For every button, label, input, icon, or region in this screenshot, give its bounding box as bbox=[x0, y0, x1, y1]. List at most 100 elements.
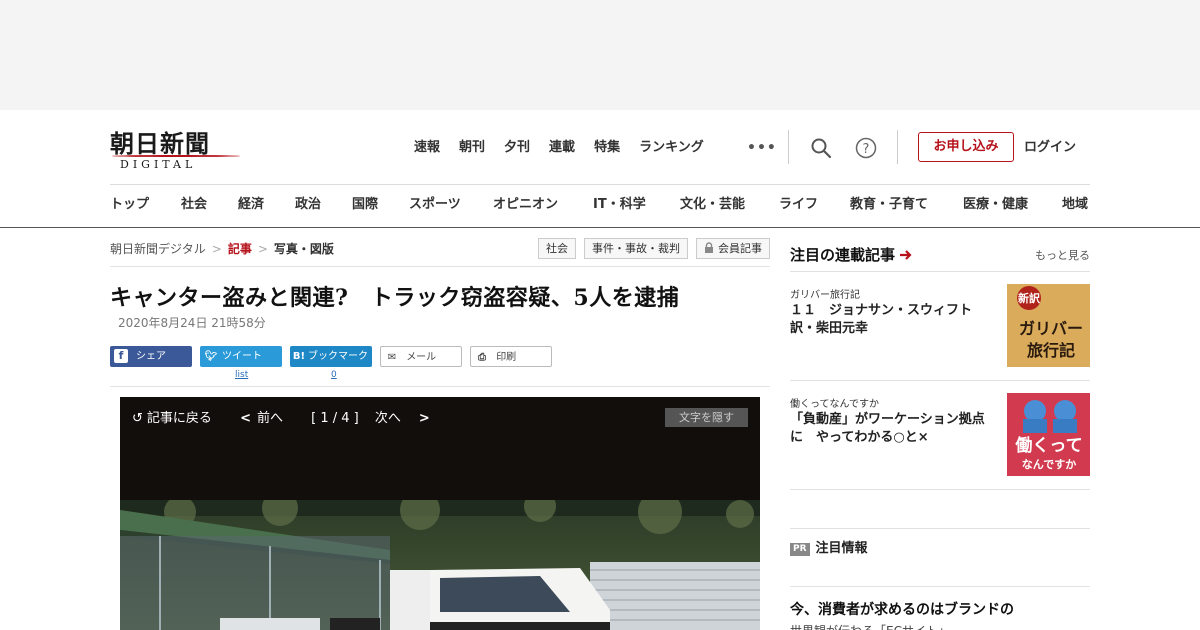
series-title[interactable]: １１ ジョナサン・スウィフト 訳・柴田元幸 bbox=[790, 302, 995, 338]
nav-opinion[interactable]: オピニオン bbox=[493, 195, 558, 215]
search-icon[interactable] bbox=[809, 136, 833, 160]
back-label: 記事に戻る bbox=[146, 411, 212, 426]
header-divider-2 bbox=[897, 130, 898, 164]
twitter-share-label: ツイート bbox=[222, 351, 262, 362]
top-nav-series[interactable]: 連載 bbox=[549, 138, 575, 158]
chevron-right-icon: > bbox=[418, 411, 430, 426]
divider bbox=[790, 380, 1090, 381]
twitter-count[interactable]: list bbox=[235, 370, 248, 380]
series-label: 働くってなんですか bbox=[790, 399, 879, 410]
thumb-text: 働くって bbox=[1014, 435, 1082, 456]
chevron-left-icon: < bbox=[240, 411, 251, 426]
divider bbox=[110, 386, 770, 387]
mail-icon: ✉ bbox=[387, 352, 397, 363]
hatena-count[interactable]: 0 bbox=[331, 370, 337, 380]
viewer-controls: ↺ 記事に戻る < 前へ [ 1 / 4 ] 次へ > bbox=[132, 407, 454, 426]
page-indicator: [ 1 / 4 ] bbox=[311, 411, 359, 426]
apply-button[interactable]: お申し込み bbox=[918, 132, 1014, 162]
back-arrow-icon: ↺ bbox=[132, 411, 143, 426]
top-nav-evening[interactable]: 夕刊 bbox=[504, 138, 530, 158]
top-nav: 速報 朝刊 夕刊 連載 特集 ランキング bbox=[414, 138, 723, 158]
top-nav-ranking[interactable]: ランキング bbox=[639, 138, 704, 158]
hatena-label: ブックマーク bbox=[308, 351, 368, 362]
next-label: 次へ bbox=[374, 411, 401, 426]
facebook-icon: f bbox=[114, 349, 128, 363]
tag-society[interactable]: 社会 bbox=[538, 238, 576, 259]
pr-article-title[interactable]: 今、消費者が求めるのはブランドの bbox=[790, 599, 1014, 619]
thumb-badge-text: 新訳 bbox=[1018, 291, 1041, 305]
mail-button[interactable]: ✉ メール bbox=[380, 346, 462, 367]
top-nav-breaking[interactable]: 速報 bbox=[414, 138, 440, 158]
tag-incident[interactable]: 事件・事故・裁判 bbox=[584, 238, 688, 259]
breadcrumb-home[interactable]: 朝日新聞デジタル bbox=[110, 242, 206, 256]
logo-underline bbox=[112, 155, 240, 157]
twitter-icon: 🐦︎ bbox=[204, 351, 218, 362]
nav-society[interactable]: 社会 bbox=[181, 195, 207, 215]
thumb-text-2: なんですか bbox=[1022, 458, 1076, 471]
twitter-share-button[interactable]: 🐦︎ ツイート bbox=[200, 346, 282, 367]
article-headline: キャンター盗みと関連? トラック窃盗容疑、5人を逮捕 bbox=[110, 285, 680, 311]
nav-international[interactable]: 国際 bbox=[352, 195, 378, 215]
divider bbox=[790, 586, 1090, 587]
series-title[interactable]: 「負動産」がワーケーション拠点に やってわかる○と× bbox=[790, 411, 995, 447]
svg-text:旅行記: 旅行記 bbox=[1027, 341, 1075, 360]
back-to-article-link[interactable]: ↺ 記事に戻る bbox=[132, 411, 224, 426]
breadcrumb-separator: > bbox=[211, 242, 222, 256]
print-label: 印刷 bbox=[496, 352, 517, 363]
pr-article-subtitle[interactable]: 世界観が伝わる「ECサイト」 bbox=[790, 622, 950, 630]
lock-icon bbox=[705, 242, 713, 253]
masthead: 朝日新聞 DIGITAL 速報 朝刊 夕刊 連載 特集 ランキング ••• ? … bbox=[0, 110, 1200, 228]
nav-it-science[interactable]: IT・科学 bbox=[593, 195, 646, 215]
nav-region[interactable]: 地域 bbox=[1062, 195, 1088, 215]
nav-economy[interactable]: 経済 bbox=[238, 195, 264, 215]
more-link[interactable]: もっと見る bbox=[1035, 247, 1090, 263]
nav-sports[interactable]: スポーツ bbox=[409, 195, 461, 215]
more-menu-icon[interactable]: ••• bbox=[747, 140, 777, 156]
facebook-share-button[interactable]: f シェア bbox=[110, 346, 192, 367]
nav-life[interactable]: ライフ bbox=[779, 195, 818, 215]
hatena-icon: B! bbox=[292, 351, 306, 362]
svg-text:?: ? bbox=[863, 142, 870, 157]
tag-member-label: 会員記事 bbox=[718, 242, 762, 255]
featured-series-title[interactable]: 注目の連載記事 bbox=[790, 244, 913, 265]
divider bbox=[790, 528, 1090, 529]
series-item[interactable]: 働くってなんですか 「負動産」がワーケーション拠点に やってわかる○と× 働くっ… bbox=[790, 393, 1090, 485]
breadcrumb-separator: > bbox=[257, 242, 268, 256]
top-nav-features[interactable]: 特集 bbox=[594, 138, 620, 158]
prev-link[interactable]: < 前へ bbox=[240, 411, 295, 426]
help-icon[interactable]: ? bbox=[854, 136, 878, 160]
photo-viewer: ↺ 記事に戻る < 前へ [ 1 / 4 ] 次へ > 文字を隠す bbox=[120, 397, 760, 630]
hatena-bookmark-button[interactable]: B! ブックマーク bbox=[290, 346, 372, 367]
top-nav-morning[interactable]: 朝刊 bbox=[459, 138, 485, 158]
mail-label: メール bbox=[406, 352, 437, 363]
divider bbox=[790, 271, 1090, 272]
prev-label: 前へ bbox=[256, 411, 283, 426]
header-divider bbox=[788, 130, 789, 164]
next-link[interactable]: 次へ > bbox=[375, 411, 442, 426]
nav-education[interactable]: 教育・子育て bbox=[850, 195, 928, 215]
breadcrumb-article[interactable]: 記事 bbox=[228, 242, 252, 256]
nav-health[interactable]: 医療・健康 bbox=[963, 195, 1028, 215]
login-link[interactable]: ログイン bbox=[1024, 138, 1076, 158]
article-photo[interactable] bbox=[120, 500, 760, 630]
nav-culture[interactable]: 文化・芸能 bbox=[680, 195, 745, 215]
gulliver-thumbnail[interactable]: 新訳 ガリバー 旅行記 bbox=[1007, 284, 1090, 367]
pr-title: 注目情報 bbox=[815, 541, 868, 556]
facebook-share-label: シェア bbox=[136, 351, 166, 362]
svg-text:ガリバー: ガリバー bbox=[1019, 319, 1083, 338]
print-button[interactable]: ⎙ 印刷 bbox=[470, 346, 552, 367]
nav-top[interactable]: トップ bbox=[110, 195, 149, 215]
hide-text-button[interactable]: 文字を隠す bbox=[665, 408, 748, 427]
hataraku-thumbnail[interactable]: 働くって なんですか bbox=[1007, 393, 1090, 476]
sidebar: 注目の連載記事 もっと見る ガリバー旅行記 １１ ジョナサン・スウィフト 訳・柴… bbox=[790, 228, 1090, 630]
series-item[interactable]: ガリバー旅行記 １１ ジョナサン・スウィフト 訳・柴田元幸 新訳 ガリバー 旅行… bbox=[790, 284, 1090, 376]
asahi-logo[interactable]: 朝日新聞 DIGITAL bbox=[110, 124, 240, 171]
pr-badge: PR bbox=[790, 543, 810, 556]
breadcrumb-photo: 写真・図版 bbox=[273, 242, 334, 256]
divider bbox=[790, 489, 1090, 490]
featured-series-label: 注目の連載記事 bbox=[790, 246, 896, 264]
nav-divider bbox=[110, 184, 1090, 185]
nav-politics[interactable]: 政治 bbox=[295, 195, 321, 215]
main-nav: トップ 社会 経済 政治 国際 スポーツ オピニオン IT・科学 文化・芸能 ラ… bbox=[110, 195, 1100, 217]
tag-member-article[interactable]: 会員記事 bbox=[696, 238, 770, 259]
